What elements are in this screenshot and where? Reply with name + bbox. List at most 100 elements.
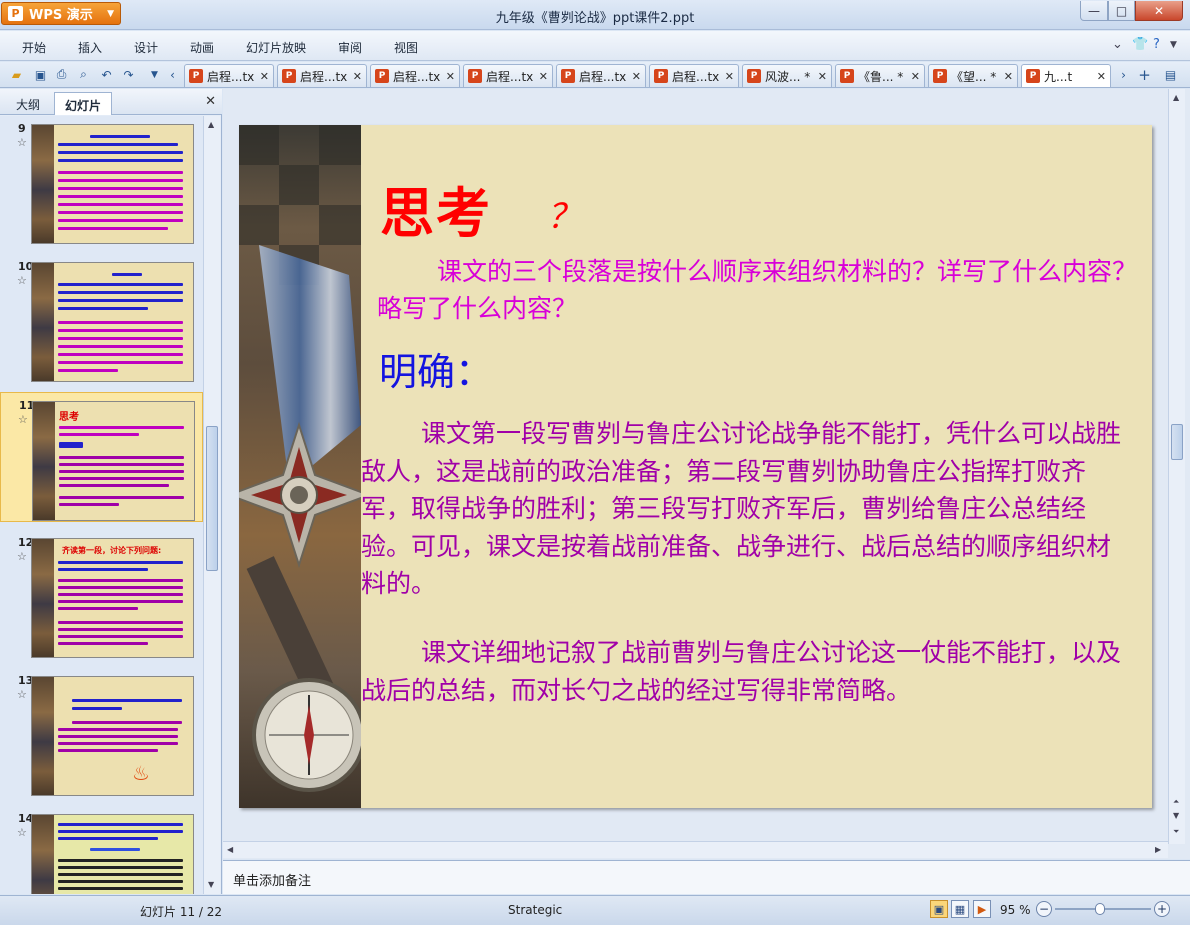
doc-tab-label: 启程...tx <box>300 69 348 84</box>
menu-bar: 开始 插入 设计 动画 幻灯片放映 审阅 视图 ⌄ 👕 ? ▼ <box>0 31 1190 61</box>
scrollbar-thumb[interactable] <box>206 426 218 571</box>
close-tab-icon[interactable]: ✕ <box>725 70 734 83</box>
doc-tab[interactable]: P 启程...tx ✕ <box>649 64 739 87</box>
doc-tab-label: 《鲁... * <box>858 69 904 84</box>
scroll-up-icon[interactable]: ▲ <box>1173 93 1179 102</box>
redo-icon[interactable]: ↷ <box>120 66 137 83</box>
doc-tab-label: 启程...tx <box>486 69 534 84</box>
next-slide-icon[interactable]: ⏷ <box>1173 827 1179 837</box>
doc-tab[interactable]: P 启程...tx ✕ <box>463 64 553 87</box>
close-window-button[interactable]: ✕ <box>1135 1 1183 21</box>
document-tab-bar: ▰ ▣ ⎙ ⌕ ↶ ↷ ▼ ‹ P 启程...tx ✕ P 启程...tx ✕ … <box>0 62 1190 88</box>
star-icon: ☆ <box>17 550 27 563</box>
maximize-button[interactable]: □ <box>1108 1 1135 21</box>
normal-view-icon[interactable]: ▣ <box>930 900 948 918</box>
quick-access-dropdown-icon[interactable]: ▼ <box>146 66 163 83</box>
current-slide[interactable]: 思考 ？ 课文的三个段落是按什么顺序来组织材料的？详写了什么内容？略写了什么内容… <box>239 125 1152 808</box>
scroll-tabs-right-icon[interactable]: › <box>1115 66 1132 83</box>
presentation-file-icon: P <box>561 69 575 83</box>
doc-tab-label: 风波... * <box>765 69 811 84</box>
print-icon[interactable]: ⎙ <box>53 66 70 83</box>
open-folder-icon[interactable]: ▰ <box>8 66 25 83</box>
answer-heading[interactable]: 明确： <box>379 341 493 396</box>
close-tab-icon[interactable]: ✕ <box>446 70 455 83</box>
tab-list-icon[interactable]: ▤ <box>1162 66 1179 83</box>
menu-slideshow[interactable]: 幻灯片放映 <box>246 39 306 56</box>
tab-outline[interactable]: 大纲 <box>6 92 50 115</box>
slide-thumbnail-13[interactable]: 13 ☆ ♨ <box>0 668 203 798</box>
presentation-file-icon: P <box>282 69 296 83</box>
close-tab-icon[interactable]: ✕ <box>539 70 548 83</box>
scrollbar-thumb[interactable] <box>1171 424 1183 460</box>
doc-tab-active[interactable]: P 九...t ✕ <box>1021 64 1111 87</box>
help-dropdown-icon[interactable]: ▼ <box>1170 40 1177 50</box>
zoom-slider-handle[interactable] <box>1095 903 1105 915</box>
menu-home[interactable]: 开始 <box>22 39 46 56</box>
slideshow-view-icon[interactable]: ▶ <box>973 900 991 918</box>
save-icon[interactable]: ▣ <box>32 66 49 83</box>
close-tab-icon[interactable]: ✕ <box>911 70 920 83</box>
close-tab-icon[interactable]: ✕ <box>818 70 827 83</box>
doc-tab[interactable]: P 《望... * ✕ <box>928 64 1018 87</box>
slide-thumbnail-11-selected[interactable]: 11 ☆ 思考 <box>0 392 203 522</box>
campfire-icon: ♨ <box>132 761 150 785</box>
new-tab-icon[interactable]: + <box>1136 66 1153 84</box>
scroll-left-icon[interactable]: ◀ <box>227 845 233 854</box>
doc-tab[interactable]: P 《鲁... * ✕ <box>835 64 925 87</box>
answer-paragraph-2[interactable]: 课文详细地记叙了战前曹刿与鲁庄公讨论这一仗能不能打，以及战后的总结，而对长勺之战… <box>361 634 1126 709</box>
close-tab-icon[interactable]: ✕ <box>632 70 641 83</box>
answer-paragraph-1[interactable]: 课文第一段写曹刿与鲁庄公讨论战争能不能打，凭什么可以战胜敌人，这是战前的政治准备… <box>361 415 1126 603</box>
doc-tab-label: 启程...tx <box>393 69 441 84</box>
close-panel-icon[interactable]: ✕ <box>205 94 216 109</box>
help-icon[interactable]: ? <box>1153 37 1160 52</box>
close-tab-icon[interactable]: ✕ <box>1004 70 1013 83</box>
menu-insert[interactable]: 插入 <box>78 39 102 56</box>
slide-thumbnail-9[interactable]: 9 ☆ <box>0 116 203 246</box>
doc-tab[interactable]: P 启程...tx ✕ <box>370 64 460 87</box>
slide-title[interactable]: 思考 <box>380 169 492 248</box>
star-icon: ☆ <box>17 136 27 149</box>
zoom-in-button[interactable]: + <box>1154 901 1170 917</box>
tab-slides[interactable]: 幻灯片 <box>54 92 113 115</box>
print-preview-icon[interactable]: ⌕ <box>75 66 92 83</box>
previous-slide-icon[interactable]: ⏶ <box>1173 797 1179 807</box>
menu-review[interactable]: 审阅 <box>338 39 362 56</box>
slide-preview: ♨ <box>31 676 194 796</box>
status-bar: 幻灯片 11 / 22 Strategic ▣ ▦ ▶ 95 % − + <box>0 895 1190 925</box>
close-tab-icon[interactable]: ✕ <box>353 70 362 83</box>
zoom-out-button[interactable]: − <box>1036 901 1052 917</box>
close-tab-icon[interactable]: ✕ <box>1097 70 1106 83</box>
editor-vertical-scrollbar[interactable]: ▲ ⏶ ▼ ⏷ <box>1168 89 1185 844</box>
slide-thumbnail-12[interactable]: 12 ☆ 齐读第一段，讨论下列问题: <box>0 530 203 660</box>
skin-icon[interactable]: 👕 <box>1132 37 1148 52</box>
scroll-down-icon[interactable]: ▼ <box>208 880 214 889</box>
scroll-right-icon[interactable]: ▶ <box>1155 845 1161 854</box>
scroll-tabs-left-icon[interactable]: ‹ <box>164 66 181 83</box>
doc-tab[interactable]: P 启程...tx ✕ <box>556 64 646 87</box>
undo-icon[interactable]: ↶ <box>98 66 115 83</box>
notes-pane[interactable]: 单击添加备注 <box>223 860 1190 894</box>
collapse-ribbon-icon[interactable]: ⌄ <box>1112 37 1123 52</box>
menu-design[interactable]: 设计 <box>134 39 158 56</box>
menu-animation[interactable]: 动画 <box>190 39 214 56</box>
doc-tab[interactable]: P 启程...tx ✕ <box>184 64 274 87</box>
slide-sorter-view-icon[interactable]: ▦ <box>951 900 969 918</box>
star-icon: ☆ <box>18 413 28 426</box>
doc-tab[interactable]: P 启程...tx ✕ <box>277 64 367 87</box>
scroll-up-icon[interactable]: ▲ <box>208 120 214 129</box>
slide-preview: 思考 <box>32 401 195 521</box>
close-tab-icon[interactable]: ✕ <box>260 70 269 83</box>
question-mark-decoration: ？ <box>547 197 581 237</box>
slide-thumbnail-14[interactable]: 14 ☆ <box>0 806 203 894</box>
minimize-button[interactable]: — <box>1080 1 1108 21</box>
thumbnail-title: 齐读第一段，讨论下列问题: <box>62 546 162 555</box>
slides-panel: 大纲 幻灯片 ✕ 9 ☆ 10 ☆ 11 ☆ 思考 12 ☆ 齐读第一段，讨论下… <box>0 89 222 894</box>
editor-horizontal-scrollbar[interactable]: ◀ ▶ <box>223 841 1168 858</box>
panel-scrollbar[interactable]: ▲ ▼ <box>203 116 220 894</box>
question-text[interactable]: 课文的三个段落是按什么顺序来组织材料的？详写了什么内容？略写了什么内容？ <box>377 253 1142 327</box>
star-icon: ☆ <box>17 688 27 701</box>
slide-thumbnail-10[interactable]: 10 ☆ <box>0 254 203 384</box>
menu-view[interactable]: 视图 <box>394 39 418 56</box>
doc-tab[interactable]: P 风波... * ✕ <box>742 64 832 87</box>
scroll-down-icon[interactable]: ▼ <box>1173 811 1179 820</box>
